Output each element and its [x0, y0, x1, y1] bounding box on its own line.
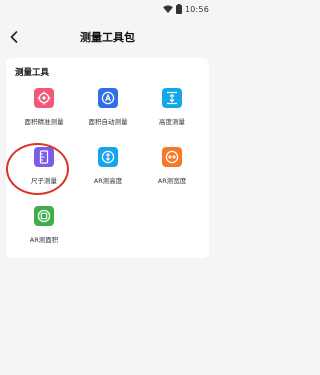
wifi-icon: [162, 5, 173, 13]
status-icons: 10:56: [162, 3, 209, 15]
tool-ar-area[interactable]: AR测面积: [14, 206, 74, 254]
tool-ar-area-tile: [34, 206, 54, 226]
tool-ar-height[interactable]: AR测高度: [78, 147, 138, 195]
auto-a-icon: [101, 91, 115, 105]
tool-area-precise-tile: [34, 88, 54, 108]
tool-ar-height-tile: [98, 147, 118, 167]
page-title: 测量工具包: [80, 31, 135, 44]
tool-label: 尺子测量: [31, 177, 57, 185]
tool-ruler[interactable]: 尺子测量: [14, 147, 74, 195]
section-title: 测量工具: [15, 68, 50, 78]
tool-area-auto[interactable]: 面积自动测量: [78, 88, 138, 136]
ar-area-icon: [37, 209, 51, 223]
tool-label: 高度测量: [159, 118, 185, 126]
status-bar: 10:56: [0, 0, 215, 18]
tool-label: 面积精准测量: [24, 118, 64, 126]
height-icon: [167, 91, 177, 105]
battery-icon: [175, 4, 182, 14]
ar-width-icon: [165, 150, 179, 164]
tool-height[interactable]: 高度测量: [142, 88, 202, 136]
tool-ruler-tile: [34, 147, 54, 167]
tool-label: AR测高度: [93, 177, 123, 185]
tool-label: AR测面积: [29, 236, 59, 244]
tool-area-precise[interactable]: 面积精准测量: [14, 88, 74, 136]
ar-height-icon: [101, 150, 115, 164]
tools-card: 测量工具 面积精准测量 面积自动测量 高度测量 尺子测量 AR测高度 AR测宽度…: [6, 58, 209, 258]
tool-height-tile: [162, 88, 182, 108]
status-time: 10:56: [184, 4, 209, 14]
header: 测量工具包: [0, 22, 215, 52]
target-icon: [37, 91, 51, 105]
tool-ar-width[interactable]: AR测宽度: [142, 147, 202, 195]
ruler-icon: [39, 150, 49, 164]
tool-label: AR测宽度: [157, 177, 187, 185]
tool-ar-width-tile: [162, 147, 182, 167]
tool-area-auto-tile: [98, 88, 118, 108]
tool-label: 面积自动测量: [88, 118, 128, 126]
